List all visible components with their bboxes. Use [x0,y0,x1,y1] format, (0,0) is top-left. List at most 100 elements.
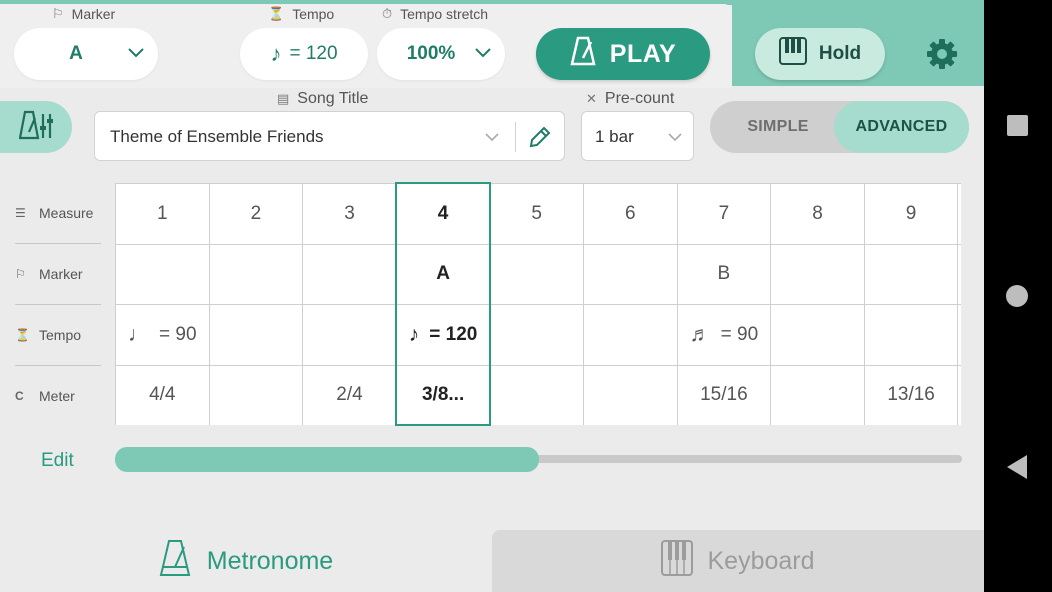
grid-cell-tempo[interactable] [864,305,959,366]
song-title-dropdown[interactable]: Theme of Ensemble Friends [94,111,565,161]
grid-cell-marker[interactable]: B [677,244,772,305]
tab-keyboard[interactable]: Keyboard [492,530,984,592]
precount-field-label: ✕ Pre-count [586,90,674,108]
tempo-note-icon: ♬ [689,322,711,346]
grid-cell-tempo[interactable] [303,305,397,366]
grid-cell-marker[interactable] [209,244,304,305]
tempo-row-label: Tempo [39,327,82,343]
marker-value: A [69,43,83,64]
song-title-value: Theme of Ensemble Friends [110,127,324,146]
marker-field-label: ⚐ Marker [52,6,115,22]
tempo-field[interactable]: ♪ = 120 [240,28,368,80]
tempo-field-label: ⏳ Tempo [268,6,334,22]
stopwatch-icon: ⏱ [382,6,393,21]
grid-cell-marker[interactable] [116,244,210,305]
chevron-down-icon [668,129,682,147]
grid-cell-marker[interactable]: A [396,244,491,305]
grid-cell-tempo[interactable] [209,305,304,366]
flag-icon: ⚐ [52,6,64,21]
app-root: ⚐ Marker A ⏳ Tempo ♪ = 120 ⏱ Tempo stret… [0,0,984,592]
advanced-mode-button[interactable]: ADVANCED [834,101,969,153]
tempo-stretch-dropdown[interactable]: 100% [377,28,505,80]
grid-cell-meter[interactable]: 2/4 [303,365,397,425]
grid-cell-marker[interactable] [864,244,959,305]
grid-cell-marker[interactable] [303,244,397,305]
grid-cell-meter[interactable] [209,365,304,425]
eighth-note-icon: ♪ [270,41,282,66]
metronome-icon [570,36,596,73]
grid-cell-meter[interactable]: 4/4 [116,365,210,425]
home-icon[interactable] [1006,285,1028,307]
metronome-settings-tab[interactable] [0,101,72,153]
metronome-small-icon: ⏳ [268,6,285,21]
grid-cell-measure[interactable]: 5 [490,184,584,245]
chevron-down-icon [475,45,491,63]
tempo-cell-value: = 90 [720,323,759,345]
tempo-stretch-label: Tempo stretch [400,6,489,22]
precount-dropdown[interactable]: 1 bar [581,111,694,161]
precount-value: 1 bar [595,127,634,146]
grid-cell-measure[interactable]: 7 [677,184,772,245]
document-icon: ▤ [277,91,290,106]
edit-button[interactable]: Edit [41,450,74,472]
grid-cell-tempo[interactable]: ♬ = 90 [677,305,772,366]
metronome-small-icon: ⏳ [15,328,30,342]
measure-grid: 1 ♩ = 90 4/4 2 3 2/4 4 A ♪ = 120 3/8... 5 6 7 B ♬ = 90 15/… [115,183,961,425]
grid-cell-marker[interactable] [958,244,961,305]
grid-cell-meter[interactable]: 15/16 [677,365,772,425]
grid-cell-measure[interactable]: 4 [396,184,491,245]
grid-cell-marker[interactable] [584,244,678,305]
marker-row-label: Marker [39,266,83,282]
tempo-note-icon: ♩ [128,322,150,346]
grid-cell-measure[interactable] [958,184,961,245]
grid-cell-marker[interactable] [771,244,865,305]
piano-keys-icon [778,37,807,71]
metronome-sliders-icon [18,110,53,145]
tempo-value: = 120 [289,43,338,64]
grid-cell-measure[interactable]: 2 [209,184,304,245]
tempo-note-icon: ♪ [408,322,420,346]
grid-cell-tempo[interactable]: ♩ = 90 [116,305,210,366]
piano-keys-icon [661,539,694,583]
hold-button[interactable]: Hold [755,28,885,80]
grid-cell-meter[interactable] [958,365,961,425]
marker-dropdown[interactable]: A [14,28,158,80]
tempo-cell-value: = 120 [429,323,478,345]
settings-gear-icon[interactable] [924,36,960,72]
grid-cell-meter[interactable] [771,365,865,425]
grid-scroll-thumb[interactable] [115,447,539,472]
grid-cell-measure[interactable]: 3 [303,184,397,245]
measure-row-label: Measure [39,205,94,221]
grid-cell-meter[interactable] [584,365,678,425]
grid-cell-measure[interactable]: 9 [864,184,959,245]
grid-cell-measure[interactable]: 6 [584,184,678,245]
song-title-label: Song Title [297,90,369,107]
grid-cell-measure[interactable]: 8 [771,184,865,245]
pencil-icon[interactable] [527,124,553,155]
grid-cell-tempo[interactable] [490,305,584,366]
grid-cell-meter[interactable]: 3/8... [396,365,491,425]
row-label-marker: ⚐ Marker [15,244,101,304]
grid-cell-measure[interactable]: 1 [116,184,210,245]
song-divider [515,122,516,152]
tab-metronome[interactable]: Metronome [0,530,492,592]
play-button[interactable]: PLAY [536,28,710,80]
grid-cell-meter[interactable]: 13/16 [864,365,959,425]
grid-cell-meter[interactable] [490,365,584,425]
mode-toggle: SIMPLE ADVANCED [710,101,969,153]
tempo-label: Tempo [292,6,335,22]
row-label-tempo: ⏳ Tempo [15,305,101,365]
tempo-stretch-field-label: ⏱ Tempo stretch [382,6,488,22]
common-time-icon: C [15,389,24,403]
measure-icon: ☰ [15,206,26,220]
song-title-field-label: ▤ Song Title [277,90,368,108]
tempo-cell-value: = 90 [159,323,197,345]
recents-icon[interactable] [1007,115,1028,136]
grid-cell-tempo[interactable] [958,305,961,366]
grid-cell-tempo[interactable] [584,305,678,366]
back-icon[interactable] [1007,455,1027,479]
grid-cell-tempo[interactable]: ♪ = 120 [396,305,491,366]
grid-cell-marker[interactable] [490,244,584,305]
grid-cell-tempo[interactable] [771,305,865,366]
simple-mode-button[interactable]: SIMPLE [710,101,846,153]
